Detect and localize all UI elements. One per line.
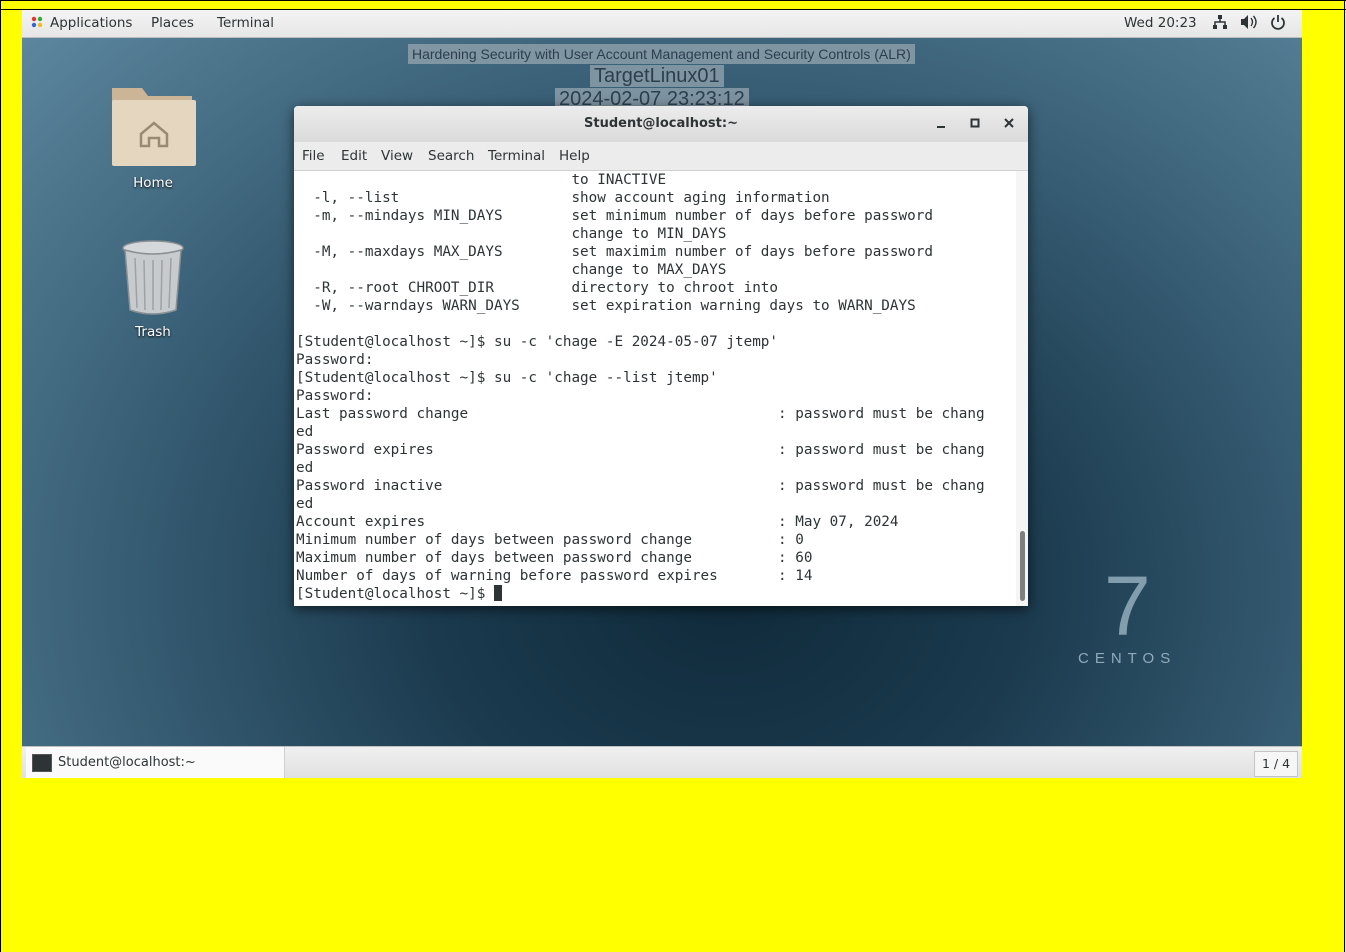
centos-wordmark: CENTOS — [1078, 650, 1177, 667]
menu-terminal[interactable]: Terminal — [488, 148, 545, 164]
scrollbar-thumb[interactable] — [1020, 531, 1025, 601]
terminal-title: Student@localhost:~ — [584, 116, 738, 131]
vm-screen: Applications Places Terminal Wed 20:23 H… — [22, 10, 1302, 778]
menu-help[interactable]: Help — [559, 148, 590, 164]
terminal-window[interactable]: Student@localhost:~ File Edit View Searc… — [294, 106, 1028, 606]
menu-file[interactable]: File — [302, 148, 325, 164]
terminal-menu[interactable]: Terminal — [217, 15, 274, 31]
terminal-line: -m, --mindays MIN_DAYS set minimum numbe… — [296, 208, 933, 224]
terminal-line: Maximum number of days between password … — [296, 550, 813, 566]
terminal-line: to INACTIVE — [296, 172, 667, 188]
applications-icon — [31, 16, 43, 28]
minimize-icon — [937, 126, 945, 128]
power-icon[interactable] — [1270, 14, 1286, 34]
taskbar-item-label: Student@localhost:~ — [58, 755, 196, 770]
home-label: Home — [133, 175, 173, 191]
terminal-line: Password: — [296, 388, 374, 404]
desktop-home-icon[interactable]: Home — [108, 82, 198, 202]
terminal-line: -R, --root CHROOT_DIR directory to chroo… — [296, 280, 779, 296]
terminal-text: to INACTIVE -l, --list show account agin… — [294, 171, 1016, 603]
volume-icon[interactable] — [1240, 14, 1258, 34]
frame-left — [0, 0, 1, 952]
terminal-titlebar[interactable]: Student@localhost:~ — [294, 106, 1028, 143]
terminal-app-icon — [32, 754, 52, 772]
terminal-line: ed — [296, 460, 314, 476]
top-panel: Applications Places Terminal Wed 20:23 — [22, 10, 1302, 38]
folder-home-icon — [112, 88, 196, 166]
applications-menu[interactable]: Applications — [30, 15, 132, 31]
terminal-line: [Student@localhost ~]$ su -c 'chage --li… — [296, 370, 718, 386]
menu-edit[interactable]: Edit — [341, 148, 367, 164]
workspace-indicator[interactable]: 1 / 4 — [1254, 751, 1298, 777]
maximize-icon — [970, 118, 980, 128]
terminal-menubar: File Edit View Search Terminal Help — [294, 142, 1028, 171]
terminal-prompt: [Student@localhost ~]$ — [296, 586, 494, 602]
desktop-trash-icon[interactable]: Trash — [108, 238, 198, 348]
terminal-scrollbar[interactable] — [1016, 171, 1028, 606]
places-menu[interactable]: Places — [151, 15, 194, 31]
clock[interactable]: Wed 20:23 — [1124, 15, 1197, 31]
taskbar-item-terminal[interactable]: Student@localhost:~ — [26, 747, 285, 778]
close-icon — [1004, 118, 1014, 128]
terminal-line: change to MIN_DAYS — [296, 226, 727, 242]
terminal-line: ed — [296, 496, 314, 512]
centos-seven-logo: 7 — [1104, 559, 1151, 653]
trash-icon — [122, 240, 184, 315]
terminal-line: -W, --warndays WARN_DAYS set expiration … — [296, 298, 916, 314]
close-button[interactable] — [1000, 114, 1018, 132]
terminal-line: Account expires : May 07, 2024 — [296, 514, 899, 530]
menu-view[interactable]: View — [381, 148, 413, 164]
terminal-line: ed — [296, 424, 314, 440]
terminal-line: -M, --maxdays MAX_DAYS set maximim numbe… — [296, 244, 933, 260]
terminal-line: [Student@localhost ~]$ su -c 'chage -E 2… — [296, 334, 779, 350]
terminal-cursor — [493, 585, 502, 601]
maximize-button[interactable] — [966, 114, 984, 132]
terminal-line: Minimum number of days between password … — [296, 532, 804, 548]
terminal-line: Password: — [296, 352, 374, 368]
applications-label: Applications — [50, 15, 133, 31]
terminal-line: Password expires : password must be chan… — [296, 442, 985, 458]
minimize-button[interactable] — [932, 114, 950, 132]
terminal-line: Number of days of warning before passwor… — [296, 568, 813, 584]
terminal-line: Password inactive : password must be cha… — [296, 478, 985, 494]
trash-label: Trash — [135, 324, 171, 340]
network-icon[interactable] — [1212, 14, 1228, 34]
terminal-line: Last password change : password must be … — [296, 406, 985, 422]
window-list-panel: Student@localhost:~ 1 / 4 — [22, 746, 1302, 778]
frame-top — [0, 0, 1346, 1]
terminal-prompt-line: [Student@localhost ~]$ — [296, 585, 1016, 603]
terminal-line: -l, --list show account aging informatio… — [296, 190, 830, 206]
frame-right — [1344, 0, 1345, 952]
terminal-line: change to MAX_DAYS — [296, 262, 727, 278]
machine-name-overlay: TargetLinux01 — [590, 65, 724, 87]
terminal-output[interactable]: to INACTIVE -l, --list show account agin… — [294, 171, 1016, 606]
menu-search[interactable]: Search — [428, 148, 474, 164]
lab-title-overlay: Hardening Security with User Account Man… — [408, 44, 915, 64]
